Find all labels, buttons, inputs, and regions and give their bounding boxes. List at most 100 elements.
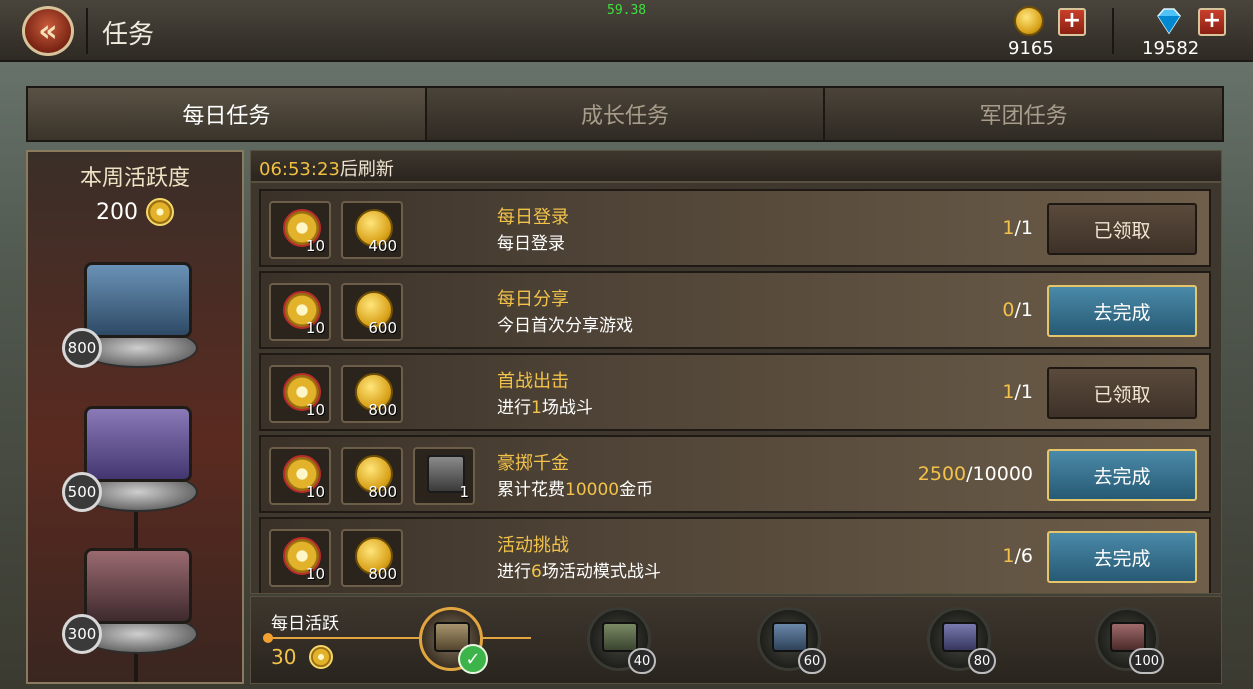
daily-chest-milestone[interactable]: 100: [1095, 607, 1164, 674]
diamond-icon: [1157, 8, 1181, 35]
task-name: 活动挑战: [497, 535, 569, 556]
desc-text: 每日登录: [497, 234, 565, 254]
weekly-chest-300[interactable]: 300: [62, 544, 198, 654]
refresh-timer: 06:53:23: [259, 159, 340, 180]
reward-qty: 10: [305, 401, 325, 419]
reward-qty: 800: [368, 565, 397, 583]
add-gold-button[interactable]: +: [1058, 8, 1086, 36]
task-name: 豪掷千金: [497, 453, 569, 474]
daily-activity-value: 30: [271, 645, 297, 669]
reward-qty: 1: [459, 483, 469, 501]
desc-text: 进行: [497, 398, 531, 418]
desc-text: 场战斗: [541, 398, 593, 418]
task-progress: 0/1: [1002, 299, 1033, 321]
tab-legion-tasks[interactable]: 军团任务: [825, 88, 1222, 140]
gold-amount: 9165: [1008, 38, 1054, 59]
reward-qty: 10: [305, 319, 325, 337]
task-progress: 1/6: [1002, 545, 1033, 567]
reward-slot[interactable]: 10: [269, 365, 331, 423]
medal-icon: [146, 198, 174, 226]
fps-counter: 59.38: [607, 3, 647, 18]
add-gems-button[interactable]: +: [1198, 8, 1226, 36]
progress-total: /1: [1014, 217, 1034, 239]
progress-total: /1: [1014, 381, 1034, 403]
reward-qty: 600: [368, 319, 397, 337]
weekly-chest-800[interactable]: 800: [62, 258, 198, 368]
task-name: 首战出击: [497, 371, 569, 392]
tab-growth-tasks[interactable]: 成长任务: [427, 88, 826, 140]
task-row: 10 800 1 豪掷千金 累计花费10000金币 2500/10000 去完成: [259, 435, 1211, 513]
weekly-activity-value: 200: [96, 199, 138, 225]
chest-icon: [84, 406, 192, 482]
task-description: 累计花费10000金币: [497, 475, 653, 500]
reward-qty: 10: [305, 483, 325, 501]
divider: [1112, 8, 1114, 54]
chest-icon: [772, 622, 808, 652]
milestone-value: 80: [968, 648, 996, 674]
progress-current: 1: [1002, 545, 1015, 567]
reward-slot[interactable]: 800: [341, 365, 403, 423]
reward-slot[interactable]: 800: [341, 529, 403, 587]
reward-slot[interactable]: 1: [413, 447, 475, 505]
task-description: 进行1场战斗: [497, 393, 593, 418]
daily-chest-milestone[interactable]: 80: [927, 607, 996, 674]
task-progress: 1/1: [1002, 217, 1033, 239]
chest-threshold: 800: [62, 328, 102, 368]
progress-current: 0: [1002, 299, 1015, 321]
claimed-button[interactable]: 已领取: [1047, 367, 1197, 419]
weekly-activity-title: 本周活跃度: [79, 166, 190, 191]
task-row: 10 600 每日分享 今日首次分享游戏 0/1 去完成: [259, 271, 1211, 349]
desc-highlight: 6: [531, 562, 542, 582]
task-description: 每日登录: [497, 229, 565, 254]
task-description: 进行6场活动模式战斗: [497, 557, 661, 582]
progress-current: 1: [1002, 217, 1015, 239]
desc-text: 进行: [497, 562, 531, 582]
reward-slot[interactable]: 800: [341, 447, 403, 505]
tab-daily-tasks[interactable]: 每日任务: [28, 88, 427, 140]
progress-current: 1: [1002, 381, 1015, 403]
claimed-button[interactable]: 已领取: [1047, 203, 1197, 255]
chest-icon: [602, 622, 638, 652]
gem-amount: 19582: [1142, 38, 1200, 59]
task-list[interactable]: 10 400 每日登录 每日登录 1/1 已领取 10 600 每日分享 今日首…: [250, 182, 1222, 594]
reward-slot[interactable]: 10: [269, 201, 331, 259]
back-button[interactable]: «: [22, 6, 74, 56]
milestone-value: 40: [628, 648, 656, 674]
progress-total: /6: [1014, 545, 1034, 567]
task-row: 10 800 首战出击 进行1场战斗 1/1 已领取: [259, 353, 1211, 431]
weekly-activity-points: 200: [28, 198, 242, 226]
go-complete-button[interactable]: 去完成: [1047, 531, 1197, 583]
desc-highlight: 1: [531, 398, 542, 418]
daily-chest-milestone[interactable]: 60: [757, 607, 826, 674]
reward-slot[interactable]: 10: [269, 283, 331, 341]
reward-slot[interactable]: 10: [269, 529, 331, 587]
reward-qty: 10: [305, 565, 325, 583]
daily-progress-track: [267, 637, 531, 639]
reward-qty: 800: [368, 483, 397, 501]
reward-slot[interactable]: 10: [269, 447, 331, 505]
weekly-activity-panel: 本周活跃度 200 800 500 300: [26, 150, 244, 684]
weekly-chest-500[interactable]: 500: [62, 402, 198, 512]
page-title: 任务: [102, 20, 155, 50]
reward-qty: 800: [368, 401, 397, 419]
divider: [86, 8, 88, 54]
task-progress: 2500/10000: [918, 463, 1033, 485]
double-chevron-left-icon: «: [38, 13, 58, 49]
refresh-timer-bar: 06:53:23后刷新: [250, 150, 1222, 182]
top-bar: « 任务 59.38 + 9165 + 19582: [0, 0, 1253, 62]
desc-text: 场活动模式战斗: [541, 562, 661, 582]
go-complete-button[interactable]: 去完成: [1047, 449, 1197, 501]
reward-qty: 400: [368, 237, 397, 255]
desc-text: 金币: [619, 480, 654, 500]
reward-slot[interactable]: 400: [341, 201, 403, 259]
reward-slot[interactable]: 600: [341, 283, 403, 341]
checkmark-icon: ✓: [458, 644, 488, 674]
chest-icon: [84, 548, 192, 624]
chest-threshold: 500: [62, 472, 102, 512]
reward-qty: 10: [305, 237, 325, 255]
gold-coin-icon: [1014, 6, 1044, 36]
go-complete-button[interactable]: 去完成: [1047, 285, 1197, 337]
daily-chest-milestone[interactable]: 40: [587, 607, 656, 674]
daily-chest-milestone[interactable]: ✓: [419, 607, 488, 674]
progress-current: 2500: [917, 463, 967, 485]
